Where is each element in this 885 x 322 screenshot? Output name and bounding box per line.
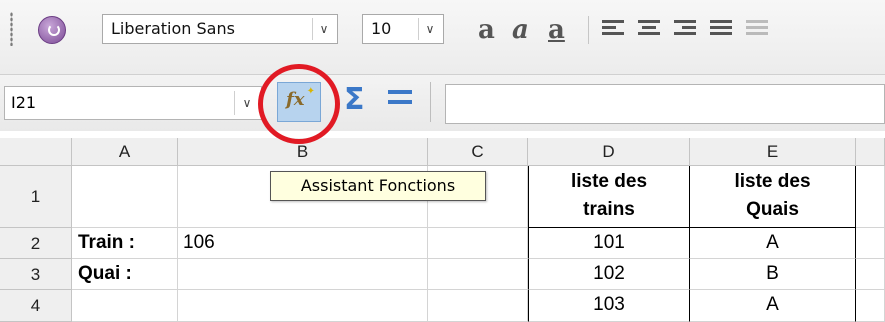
cell-c3[interactable] <box>428 259 528 290</box>
row-header-2[interactable]: 2 <box>0 228 72 259</box>
style-update-icon[interactable] <box>38 16 66 44</box>
column-header-e[interactable]: E <box>690 138 856 166</box>
align-right-icon[interactable] <box>674 20 696 40</box>
cell-e2[interactable]: A <box>690 228 856 259</box>
cell-f1[interactable] <box>856 166 885 228</box>
wrap-icon[interactable] <box>746 20 768 40</box>
cell-f3[interactable] <box>856 259 885 290</box>
column-header-d[interactable]: D <box>528 138 690 166</box>
underline-a-icon[interactable]: a <box>548 17 565 43</box>
select-all-corner[interactable] <box>0 138 72 166</box>
bold-a-icon[interactable]: a <box>478 17 495 43</box>
column-header-f[interactable] <box>856 138 885 166</box>
cell-a4[interactable] <box>72 290 178 322</box>
cell-b2[interactable]: 106 <box>178 228 428 259</box>
formatting-toolbar: Liberation Sans ∨ 10 ∨ a a a <box>0 0 885 74</box>
cell-a2[interactable]: Train : <box>72 228 178 259</box>
formula-bar-separator <box>430 82 431 122</box>
cell-d1[interactable]: liste des trains <box>528 166 690 228</box>
cell-e4[interactable]: A <box>690 290 856 322</box>
function-wizard-button[interactable]: fx ✦ <box>277 82 321 122</box>
cell-f4[interactable] <box>856 290 885 322</box>
function-wizard-tooltip: Assistant Fonctions <box>270 171 486 201</box>
font-name-combo[interactable]: Liberation Sans ∨ <box>102 14 338 44</box>
cell-e3[interactable]: B <box>690 259 856 290</box>
font-size-value: 10 <box>371 19 392 38</box>
cell-d4[interactable]: 103 <box>528 290 690 322</box>
cell-b3[interactable] <box>178 259 428 290</box>
row-header-4[interactable]: 4 <box>0 290 72 322</box>
cell-d3[interactable]: 102 <box>528 259 690 290</box>
cell-a1[interactable] <box>72 166 178 228</box>
cell-a3[interactable]: Quai : <box>72 259 178 290</box>
equals-icon[interactable] <box>388 90 412 104</box>
name-box-value: I21 <box>11 93 37 112</box>
chevron-down-icon[interactable]: ∨ <box>234 91 259 115</box>
sparkle-icon: ✦ <box>306 86 315 97</box>
cell-f2[interactable] <box>856 228 885 259</box>
column-header-a[interactable]: A <box>72 138 178 166</box>
column-header-c[interactable]: C <box>428 138 528 166</box>
cell-c4[interactable] <box>428 290 528 322</box>
column-header-b[interactable]: B <box>178 138 428 166</box>
cell-b4[interactable] <box>178 290 428 322</box>
font-name-value: Liberation Sans <box>111 19 235 38</box>
toolbar-separator <box>588 16 589 44</box>
font-size-combo[interactable]: 10 ∨ <box>362 14 444 44</box>
chevron-down-icon[interactable]: ∨ <box>312 18 335 40</box>
formula-input[interactable] <box>445 84 885 124</box>
italic-a-icon[interactable]: a <box>512 17 529 43</box>
align-left-icon[interactable] <box>602 20 624 40</box>
row-header-3[interactable]: 3 <box>0 259 72 290</box>
sigma-icon[interactable]: Σ <box>344 85 365 115</box>
chevron-down-icon[interactable]: ∨ <box>418 18 441 40</box>
justify-icon[interactable] <box>710 20 732 40</box>
align-center-icon[interactable] <box>638 20 660 40</box>
cell-d2[interactable]: 101 <box>528 228 690 259</box>
cell-e1[interactable]: liste des Quais <box>690 166 856 228</box>
toolbar-grip[interactable] <box>10 12 13 46</box>
cell-c2[interactable] <box>428 228 528 259</box>
name-box[interactable]: I21 ∨ <box>4 86 262 120</box>
fx-icon: fx <box>286 89 305 110</box>
row-header-1[interactable]: 1 <box>0 166 72 228</box>
spreadsheet-grid: A B C D E 1 2 3 4 liste des trains liste… <box>0 138 885 322</box>
